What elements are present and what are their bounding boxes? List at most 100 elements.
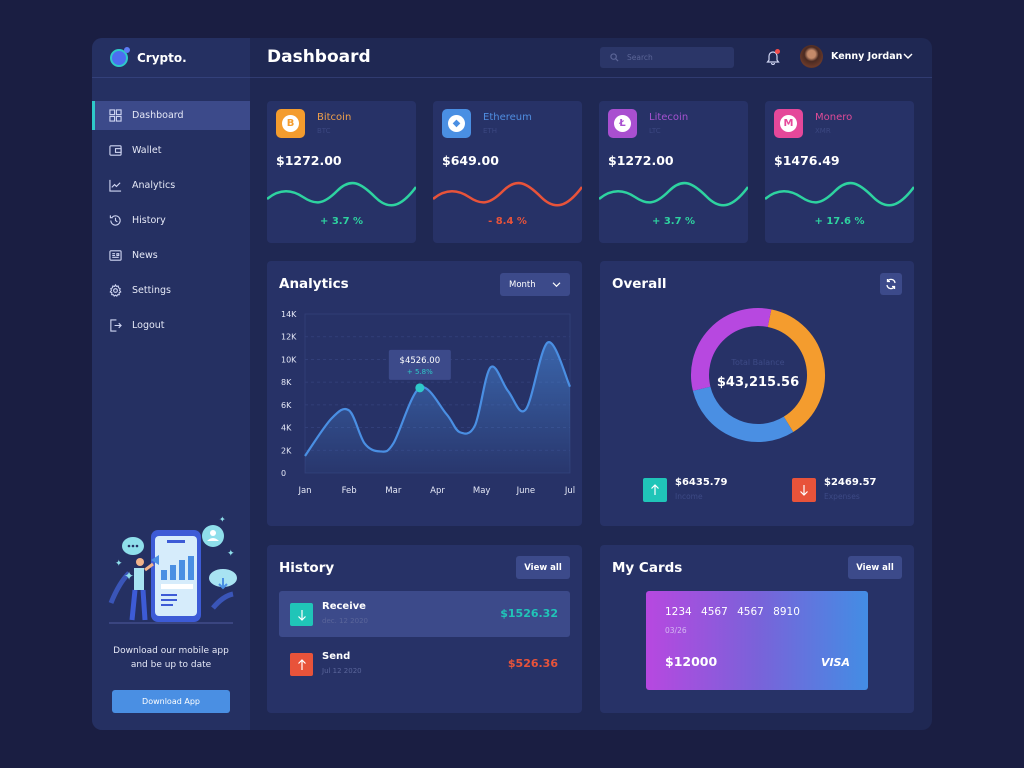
search-box[interactable] <box>600 47 734 68</box>
overall-title: Overall <box>612 276 667 292</box>
credit-card[interactable]: 1234 4567 4567 8910 03/26 $12000 VISA <box>646 591 868 690</box>
coin-name: Litecoin <box>649 112 689 123</box>
history-item-date: Jul 12 2020 <box>322 667 362 675</box>
chevron-down-icon[interactable] <box>903 52 913 60</box>
card-balance: $12000 <box>665 654 718 669</box>
coin-card-monero[interactable]: M Monero XMR $1476.49 + 17.6 % <box>765 101 914 243</box>
svg-text:✦: ✦ <box>124 569 134 583</box>
bitcoin-icon: B <box>276 109 305 138</box>
y-tick-label: 4K <box>281 424 292 433</box>
history-row-send[interactable]: Send Jul 12 2020 $526.36 <box>279 641 570 687</box>
sidebar-item-news[interactable]: News <box>92 241 250 270</box>
sidebar-item-wallet[interactable]: Wallet <box>92 136 250 165</box>
sparkline-path <box>433 181 582 207</box>
highlight-point[interactable] <box>415 383 425 393</box>
coin-ticker: BTC <box>317 127 331 135</box>
download-app-button[interactable]: Download App <box>112 690 230 713</box>
sidebar-item-history[interactable]: History <box>92 206 250 235</box>
search-input[interactable] <box>627 53 727 62</box>
sidebar-item-dashboard[interactable]: Dashboard <box>92 101 250 130</box>
donut-slice-blue[interactable] <box>692 386 794 442</box>
coin-card-bitcoin[interactable]: B Bitcoin BTC $1272.00 + 3.7 % <box>267 101 416 243</box>
gear-icon <box>109 284 122 297</box>
crypto-logo-icon <box>110 46 130 67</box>
sidebar-nav: Dashboard Wallet Analytics History News … <box>92 101 250 346</box>
x-tick-label: Feb <box>342 486 357 496</box>
coin-sparkline <box>267 181 416 207</box>
y-tick-label: 14K <box>281 310 297 319</box>
income-value: $6435.79 <box>675 477 728 488</box>
coin-card-litecoin[interactable]: Ł Litecoin LTC $1272.00 + 3.7 % <box>599 101 748 243</box>
monero-icon: M <box>774 109 803 138</box>
arrow-up-icon <box>643 478 667 502</box>
sidebar-item-logout[interactable]: Logout <box>92 311 250 340</box>
promo-line-1: Download our mobile app <box>113 646 229 656</box>
svg-text:✦: ✦ <box>115 559 123 569</box>
coin-change: + 3.7 % <box>319 216 364 227</box>
arrow-down-icon <box>290 603 313 626</box>
coin-price: $649.00 <box>442 153 499 168</box>
sidebar-item-analytics[interactable]: Analytics <box>92 171 250 200</box>
coin-ticker: LTC <box>649 127 661 135</box>
sparkline-path <box>599 181 748 207</box>
arrow-down-icon <box>792 478 816 502</box>
arrow-up-icon <box>290 653 313 676</box>
card-number: 1234 4567 4567 8910 <box>665 606 800 618</box>
expenses-label: Expenses <box>824 492 860 501</box>
sidebar-item-label: Settings <box>132 285 171 296</box>
total-balance-value: $43,215.56 <box>716 375 800 390</box>
coin-sparkline <box>599 181 748 207</box>
history-item-title: Receive <box>322 601 366 612</box>
svg-text:✦: ✦ <box>227 549 235 559</box>
card-expiry: 03/26 <box>665 626 687 635</box>
coin-change: + 3.7 % <box>651 216 696 227</box>
coin-sparkline <box>433 181 582 207</box>
x-tick-label: Mar <box>385 486 402 496</box>
tooltip-value: $4526.00 <box>400 356 441 366</box>
y-tick-label: 10K <box>281 355 297 364</box>
refresh-icon <box>886 278 896 290</box>
cards-view-all-button[interactable]: View all <box>848 556 902 579</box>
history-title: History <box>279 560 335 576</box>
history-view-all-button[interactable]: View all <box>516 556 570 579</box>
analytics-chart: 0 2K 4K 6K 8K 10K 12K 14K Jan Feb Mar Apr May June Jul… <box>281 310 575 496</box>
x-tick-label: Jan <box>297 486 311 496</box>
wallet-icon <box>109 144 122 157</box>
notification-badge <box>775 49 780 54</box>
sidebar-item-label: Wallet <box>132 145 162 156</box>
history-panel: History View all Receive dec. 12 2020 $1… <box>267 545 582 713</box>
y-tick-label: 0 <box>281 469 286 478</box>
refresh-button[interactable] <box>880 273 902 295</box>
x-tick-label: Apr <box>430 486 445 496</box>
sidebar-item-label: Dashboard <box>132 110 184 121</box>
notification-button[interactable] <box>766 49 780 66</box>
coin-sparkline <box>765 181 914 207</box>
history-item-date: dec. 12 2020 <box>322 617 368 625</box>
top-header: Dashboard Kenny Jordan <box>250 38 932 78</box>
tooltip-change: + 5.8% <box>407 368 433 376</box>
coin-ticker: XMR <box>815 127 831 135</box>
coin-name: Ethereum <box>483 112 532 123</box>
my-cards-panel: My Cards View all 1234 4567 4567 8910 03… <box>600 545 914 713</box>
history-item-amount: $1526.32 <box>500 607 558 620</box>
brand[interactable]: Crypto. <box>92 38 250 78</box>
donut-slice-orange[interactable] <box>767 309 825 432</box>
coin-card-ethereum[interactable]: ◆ Ethereum ETH $649.00 - 8.4 % <box>433 101 582 243</box>
coin-change: + 17.6 % <box>814 216 865 227</box>
coin-ticker: ETH <box>483 127 497 135</box>
user-name[interactable]: Kenny Jordan <box>831 51 902 62</box>
sidebar-item-settings[interactable]: Settings <box>92 276 250 305</box>
news-icon <box>109 249 122 262</box>
history-row-receive[interactable]: Receive dec. 12 2020 $1526.32 <box>279 591 570 637</box>
avatar[interactable] <box>800 45 823 68</box>
sidebar-item-label: History <box>132 215 166 226</box>
promo-line-2: and be up to date <box>130 660 212 670</box>
visa-logo: VISA <box>820 656 850 669</box>
coin-price: $1272.00 <box>608 153 674 168</box>
coin-price: $1476.49 <box>774 153 840 168</box>
history-item-amount: $526.36 <box>507 657 558 670</box>
y-tick-label: 12K <box>281 333 297 342</box>
x-tick-label: June <box>516 486 536 496</box>
x-tick-label: Jul <box>564 486 575 496</box>
history-item-title: Send <box>322 651 351 662</box>
